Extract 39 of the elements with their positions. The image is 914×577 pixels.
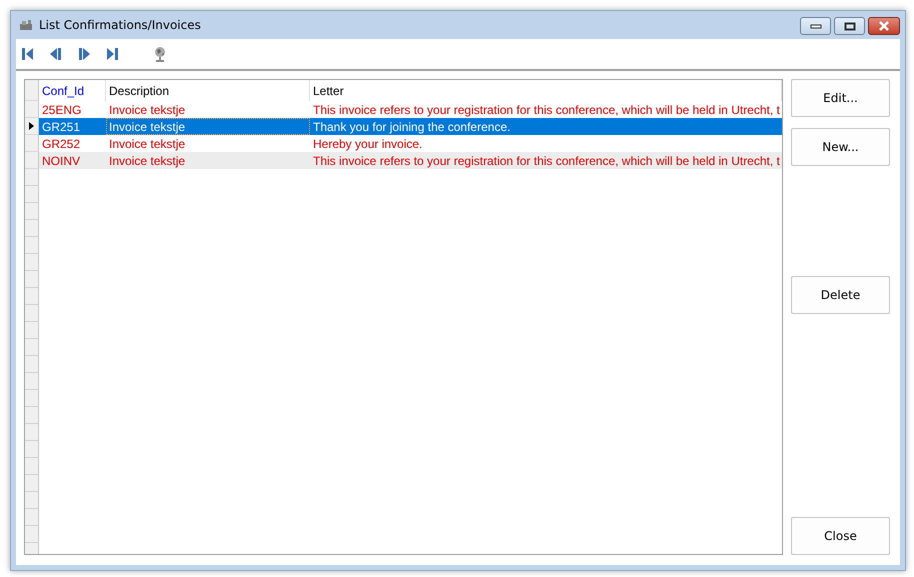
globe-icon[interactable] bbox=[153, 46, 167, 62]
last-record-icon[interactable] bbox=[105, 47, 119, 61]
maximize-button[interactable] bbox=[834, 17, 865, 35]
next-record-icon[interactable] bbox=[77, 47, 91, 61]
grid-corner bbox=[25, 80, 39, 101]
close-icon bbox=[878, 21, 890, 31]
close-button[interactable] bbox=[868, 17, 900, 35]
table-cell-text: GR251 bbox=[41, 118, 82, 135]
table-row[interactable]: GR251 Invoice tekstje Thank you for joining the conference. bbox=[25, 118, 782, 135]
window-title: List Confirmations/Invoices bbox=[39, 18, 201, 32]
table-row[interactable]: NOINV Invoice tekstje This invoice refers to your registration for this conference, which will be held in Utrecht, t bbox=[25, 152, 782, 169]
row-pointer-icon bbox=[29, 122, 34, 130]
delete-button[interactable]: Delete bbox=[791, 276, 890, 314]
edit-button[interactable]: Edit... bbox=[791, 79, 890, 117]
table-cell-text: 25ENG bbox=[41, 102, 82, 118]
previous-record-icon[interactable] bbox=[49, 47, 63, 61]
minimize-icon bbox=[810, 23, 822, 29]
column-header[interactable]: Description bbox=[106, 80, 310, 101]
maximize-icon bbox=[844, 22, 856, 30]
column-header[interactable]: Letter bbox=[310, 80, 782, 101]
table-cell-text: Invoice tekstje bbox=[108, 102, 186, 118]
table-cell-text: GR252 bbox=[41, 136, 82, 152]
table-cell-text: Invoice tekstje bbox=[108, 136, 186, 152]
minimize-button[interactable] bbox=[800, 17, 831, 35]
column-header[interactable]: Conf_Id bbox=[39, 80, 106, 101]
table-cell-text: Hereby your invoice. bbox=[312, 136, 424, 152]
table-cell-text: NOINV bbox=[41, 152, 82, 169]
row-header[interactable] bbox=[25, 118, 39, 135]
table-row[interactable]: 25ENG Invoice tekstje This invoice refers to your registration for this conference, which will be held in Utrecht, t bbox=[25, 101, 782, 118]
first-record-icon[interactable] bbox=[21, 47, 35, 61]
close-button[interactable]: Close bbox=[791, 517, 890, 555]
table-cell-text: This invoice refers to your registration for this conference, which will be held in Utrecht, t bbox=[312, 102, 781, 118]
table-cell-text: This invoice refers to your registration for this conference, which will be held in Utrecht, t bbox=[312, 152, 781, 169]
table-row[interactable]: GR252 Invoice tekstje Hereby your invoice. bbox=[25, 135, 782, 152]
table-cell-text: Thank you for joining the conference. bbox=[312, 118, 512, 135]
table-cell-text: Invoice tekstje bbox=[108, 152, 186, 169]
new-button[interactable]: New... bbox=[791, 128, 890, 166]
table-cell: Invoice tekstje bbox=[106, 118, 310, 135]
app-icon bbox=[19, 19, 33, 31]
